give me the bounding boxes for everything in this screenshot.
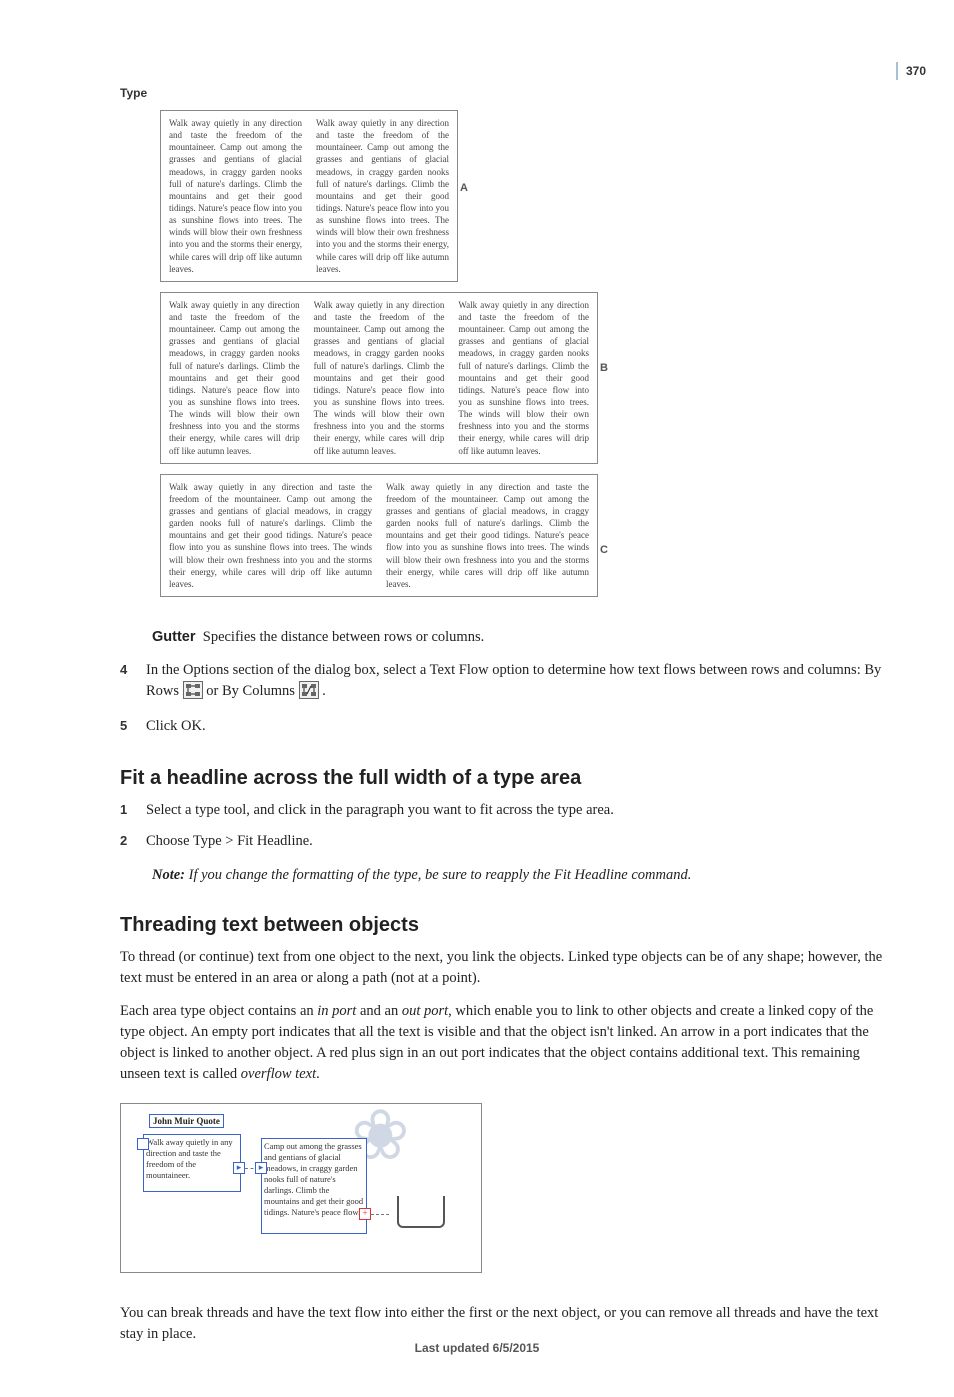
- diagram-panel-b: Walk away quietly in any direction and t…: [160, 292, 598, 464]
- footer-last-updated: Last updated 6/5/2015: [0, 1341, 954, 1355]
- diagram-label-b: B: [600, 362, 608, 374]
- in-port-icon: ▸: [255, 1162, 267, 1174]
- diagram-text: Walk away quietly in any direction and t…: [316, 117, 449, 275]
- out-port-icon: ▸: [233, 1162, 245, 1174]
- threading-figure: ❀ John Muir Quote Walk away quietly in a…: [120, 1103, 482, 1273]
- diagram-label-a: A: [460, 182, 468, 194]
- diagram-text: Walk away quietly in any direction and t…: [169, 117, 302, 275]
- overflow-text-term: overflow text: [241, 1066, 316, 1082]
- gutter-desc: Specifies the distance between rows or c…: [203, 629, 484, 645]
- page: Type 370 Walk away quietly in any direct…: [0, 0, 954, 1397]
- columns-diagram: Walk away quietly in any direction and t…: [160, 110, 640, 597]
- step-number: 2: [120, 831, 132, 852]
- step-number: 5: [120, 716, 132, 737]
- threading-p2: Each area type object contains an in por…: [120, 1001, 884, 1085]
- diagram-text: Walk away quietly in any direction and t…: [314, 299, 445, 457]
- step-4: 4 In the Options section of the dialog b…: [120, 660, 884, 706]
- diagram-panel-c: Walk away quietly in any direction and t…: [160, 474, 598, 597]
- in-port-term: in port: [317, 1003, 356, 1019]
- step-5: 5 Click OK.: [120, 716, 884, 737]
- figure-text-box-1: Walk away quietly in any direction and t…: [143, 1134, 241, 1192]
- threading-heading: Threading text between objects: [120, 914, 884, 937]
- by-rows-icon: [183, 681, 203, 706]
- diagram-text: Walk away quietly in any direction and t…: [458, 299, 589, 457]
- cup-outline-icon: [397, 1196, 445, 1228]
- step-number: 4: [120, 660, 132, 706]
- gutter-definition: Gutter Specifies the distance between ro…: [152, 627, 884, 648]
- note-label: Note:: [152, 867, 185, 883]
- out-port-term: out port: [402, 1003, 448, 1019]
- page-number: 370: [896, 62, 926, 80]
- step-number: 1: [120, 800, 132, 821]
- step-text: Choose Type > Fit Headline.: [146, 831, 313, 852]
- diagram-text: Walk away quietly in any direction and t…: [169, 481, 372, 590]
- figure-label: John Muir Quote: [149, 1114, 224, 1128]
- figure-text-box-2: Camp out among the grasses and gentians …: [261, 1138, 367, 1234]
- diagram-label-c: C: [600, 544, 608, 556]
- threading-p1: To thread (or continue) text from one ob…: [120, 947, 884, 989]
- fit-step-1: 1 Select a type tool, and click in the p…: [120, 800, 884, 821]
- gutter-term: Gutter: [152, 629, 196, 645]
- threading-p3: You can break threads and have the text …: [120, 1303, 884, 1345]
- step-text: Select a type tool, and click in the par…: [146, 800, 614, 821]
- step-text: Click OK.: [146, 716, 206, 737]
- fit-step-2: 2 Choose Type > Fit Headline.: [120, 831, 884, 852]
- overflow-port-icon: +: [359, 1208, 371, 1220]
- step-text: In the Options section of the dialog box…: [146, 660, 884, 706]
- diagram-text: Walk away quietly in any direction and t…: [386, 481, 589, 590]
- diagram-panel-a: Walk away quietly in any direction and t…: [160, 110, 458, 282]
- section-label: Type: [120, 86, 147, 100]
- fit-headline-heading: Fit a headline across the full width of …: [120, 767, 884, 790]
- by-columns-icon: [299, 681, 319, 706]
- fit-headline-note: Note: If you change the formatting of th…: [152, 867, 884, 884]
- diagram-text: Walk away quietly in any direction and t…: [169, 299, 300, 457]
- overflow-callout-line: [371, 1214, 389, 1215]
- in-port-icon: [137, 1138, 149, 1150]
